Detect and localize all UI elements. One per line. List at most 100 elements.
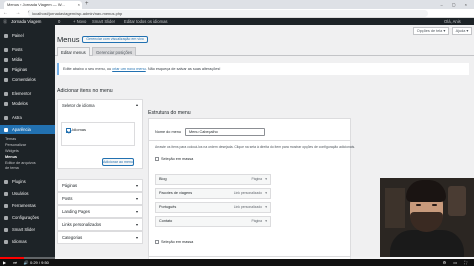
- users-icon: [4, 192, 8, 196]
- sidebar-item-astra[interactable]: Astra: [0, 113, 55, 122]
- menu-item-pacotes[interactable]: Pacotes de viagens Link personalizado ▾: [155, 188, 271, 199]
- close-tab-icon[interactable]: ×: [78, 1, 80, 9]
- menu-name-input[interactable]: Menu Cabeçalho: [185, 128, 265, 136]
- new-content-link[interactable]: + Novo: [73, 18, 86, 25]
- webcam-lamp: [448, 186, 466, 216]
- menu-item-blog[interactable]: Blog Página ▾: [155, 174, 271, 185]
- folder-icon: [4, 102, 8, 106]
- chevron-down-icon[interactable]: ▾: [265, 203, 267, 212]
- tab-manage-locations[interactable]: Gerenciar posições: [92, 47, 137, 56]
- translate-link[interactable]: Editar todos os idiomas: [124, 18, 168, 25]
- menu-item-portugues[interactable]: Português Link personalizado ▾: [155, 202, 271, 213]
- sidebar-item-elementor[interactable]: Elementor: [0, 89, 55, 98]
- sidebar-item-smart-slider[interactable]: Smart Slider: [0, 225, 55, 234]
- comment-icon: [4, 78, 8, 82]
- sidebar-item-midia[interactable]: Mídia: [0, 55, 55, 64]
- info-notice: Edite abaixo o seu menu, ou criar um nov…: [57, 63, 469, 75]
- browser-tab-title: Menus ‹ Jornada Viagem — W...: [7, 2, 65, 7]
- comments-count[interactable]: 0: [58, 18, 60, 25]
- chevron-down-icon: ▾: [135, 183, 138, 188]
- admin-sidebar: Painel Posts Mídia Páginas Comentários E…: [0, 25, 55, 266]
- chevron-down-icon[interactable]: ▾: [265, 175, 267, 184]
- bulk-select-label-top: Seleção em massa: [161, 157, 194, 161]
- webcam-overlay: [380, 178, 474, 257]
- idiomas-checkbox[interactable]: [66, 128, 71, 133]
- user-greeting[interactable]: Olá, Anis: [444, 18, 461, 25]
- webcam-shelf: [385, 188, 405, 228]
- presenter-hair: [406, 180, 446, 202]
- sidebar-item-comentarios[interactable]: Comentários: [0, 75, 55, 84]
- submenu-item-menus[interactable]: Menus: [0, 155, 55, 160]
- menu-item-contato[interactable]: Contato Página ▾: [155, 216, 271, 227]
- bulk-select-checkbox-top[interactable]: [155, 157, 159, 161]
- bulk-select-label-bottom: Seleção em massa: [161, 240, 194, 244]
- screen: Menus ‹ Jornada Viagem — W... × + – ▢ × …: [0, 0, 474, 266]
- sidebar-item-idiomas[interactable]: Idiomas: [0, 237, 55, 246]
- url-input[interactable]: localhost/jornadaviagem/wp-admin/nav-men…: [28, 10, 428, 17]
- submenu-item-temas[interactable]: Temas: [0, 137, 55, 142]
- sidebar-item-paginas[interactable]: Páginas: [0, 65, 55, 74]
- play-controls-icons[interactable]: ▶ ⏭ 🔊: [3, 259, 32, 266]
- wordpress-logo-icon[interactable]: ⓪: [3, 18, 7, 25]
- language-switcher-box: Seletor de idioma ▴ Idiomas Adicionar ao…: [57, 99, 143, 169]
- video-controls: ▶ ⏭ 🔊 0:29 / 9:50 ⚙ ▭ ⛶: [0, 259, 474, 266]
- accordion-landing-pages[interactable]: Landing Pages ▾: [57, 205, 143, 218]
- smart-slider-link[interactable]: Smart Slider: [92, 18, 115, 25]
- add-items-heading: Adicionar itens no menu: [57, 88, 113, 94]
- menu-name-label: Nome do menu: [155, 130, 181, 134]
- divider: [149, 140, 350, 141]
- settings-icon: [4, 216, 8, 220]
- chevron-down-icon: ▾: [135, 209, 138, 214]
- sidebar-item-painel[interactable]: Painel: [0, 31, 55, 40]
- brush-icon: [4, 128, 8, 132]
- create-new-menu-link[interactable]: criar um novo menu: [112, 67, 146, 71]
- site-name-link[interactable]: Jornada Viagem: [11, 18, 41, 25]
- tab-edit-menus[interactable]: Editar menus: [57, 47, 90, 56]
- sidebar-item-modelos[interactable]: Modelos: [0, 99, 55, 108]
- window-controls[interactable]: – ▢ ×: [440, 0, 471, 9]
- browser-tab[interactable]: Menus ‹ Jornada Viagem — W... ×: [4, 1, 82, 9]
- browser-tab-bar: Menus ‹ Jornada Viagem — W... × + – ▢ ×: [0, 0, 474, 9]
- accordion-paginas[interactable]: Páginas ▾: [57, 179, 143, 192]
- sidebar-item-plugins[interactable]: Plugins: [0, 177, 55, 186]
- chevron-down-icon: ▾: [135, 235, 138, 240]
- sidebar-item-usuarios[interactable]: Usuários: [0, 189, 55, 198]
- chevron-down-icon[interactable]: ▾: [265, 189, 267, 198]
- chevron-down-icon[interactable]: ▾: [265, 217, 267, 226]
- presenter-eye: [416, 204, 421, 206]
- sidebar-item-posts[interactable]: Posts: [0, 45, 55, 54]
- collapse-caret-icon[interactable]: ▴: [136, 102, 138, 107]
- submenu-item-personalizar[interactable]: Personalizar: [0, 143, 55, 148]
- help-button[interactable]: Ajuda ▾: [452, 27, 472, 35]
- new-tab-icon[interactable]: +: [85, 1, 89, 8]
- sidebar-item-configuracoes[interactable]: Configurações: [0, 213, 55, 222]
- menu-structure-heading: Estrutura do menu: [148, 110, 191, 116]
- page-title: Menus: [57, 35, 80, 44]
- presenter-shirt: [390, 230, 464, 257]
- video-time: 0:29 / 9:50: [30, 260, 49, 265]
- admin-bar: ⓪ Jornada Viagem 0 + Novo Smart Slider E…: [0, 18, 474, 25]
- accordion-posts[interactable]: Posts ▾: [57, 192, 143, 205]
- slider-icon: [4, 228, 8, 232]
- astra-icon: [4, 116, 8, 120]
- dashboard-icon: [4, 34, 8, 38]
- sidebar-item-aparencia[interactable]: Aparência: [0, 125, 55, 134]
- player-settings-icons[interactable]: ⚙ ▭ ⛶: [443, 259, 470, 266]
- submenu-item-editor-tema[interactable]: Editor de arquivos de tema: [0, 161, 40, 171]
- live-preview-button[interactable]: Gerenciar com visualização em vivo: [82, 36, 148, 43]
- language-switcher-title[interactable]: Seletor de idioma: [62, 103, 95, 108]
- language-checklist: Idiomas: [61, 122, 135, 146]
- bulk-select-checkbox-bottom[interactable]: [155, 240, 159, 244]
- chevron-down-icon: ▾: [135, 196, 138, 201]
- accordion-categorias[interactable]: Categorias ▾: [57, 231, 143, 244]
- media-icon: [4, 58, 8, 62]
- submenu-item-widgets[interactable]: Widgets: [0, 149, 55, 154]
- page-icon: [4, 68, 8, 72]
- pin-icon: [4, 48, 8, 52]
- translate-icon: [4, 240, 8, 244]
- add-to-menu-button[interactable]: Adicionar ao menu: [102, 158, 134, 166]
- accordion-custom-links[interactable]: Links personalizados ▾: [57, 218, 143, 231]
- screen-options-button[interactable]: Opções de tela ▾: [413, 27, 449, 35]
- sidebar-item-ferramentas[interactable]: Ferramentas: [0, 201, 55, 210]
- menu-structure-panel: Nome do menu Menu Cabeçalho Arraste os i…: [148, 118, 355, 266]
